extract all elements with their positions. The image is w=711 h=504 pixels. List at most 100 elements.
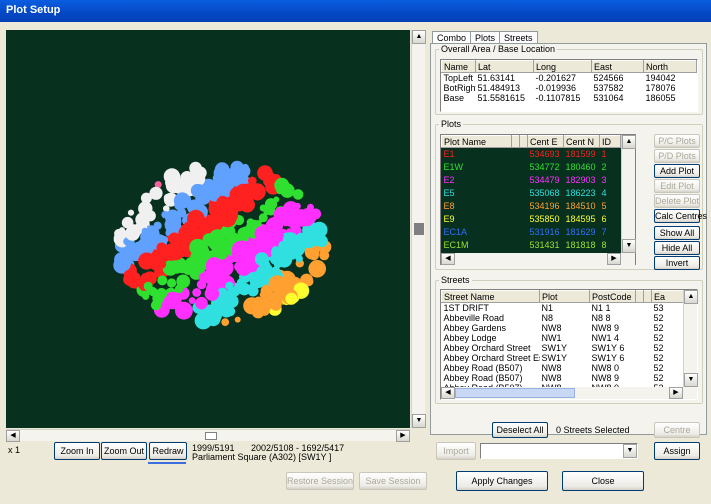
table-row[interactable]: E8 534196 184510 5 (442, 200, 621, 213)
table-row[interactable]: 1ST DRIFT N1 N1 1 53 (442, 303, 685, 313)
restore-session-button[interactable]: Restore Session (286, 472, 354, 490)
table-cell: 534479 (529, 175, 560, 185)
col-header[interactable]: North (643, 60, 697, 73)
plots-horizontal-scrollbar[interactable]: ◀ ▶ (441, 253, 635, 265)
scroll-up-arrow-icon[interactable]: ▲ (622, 135, 636, 149)
table-cell: 7 (601, 227, 607, 237)
scroll-right-arrow-icon[interactable]: ▶ (396, 430, 410, 442)
plot-region (182, 264, 194, 275)
scroll-thumb[interactable] (414, 223, 424, 235)
col-header[interactable] (643, 290, 652, 303)
table-cell: -0.201627 (535, 73, 577, 83)
plot-region (156, 242, 167, 253)
redraw-progress-bar (148, 462, 186, 464)
table-row[interactable]: E1 534693 181599 1 (442, 148, 621, 161)
table-cell: E1 (443, 149, 455, 160)
plot-region (117, 265, 126, 274)
col-header[interactable]: Long (533, 60, 592, 73)
plot-select-dropdown[interactable]: ▼ (480, 443, 638, 459)
table-cell (520, 174, 528, 187)
table-row[interactable]: E2 534479 182903 3 (442, 174, 621, 187)
table-row[interactable]: Base 51.5581615 -0.1107815 531064 186055 (442, 93, 697, 103)
scroll-up-arrow-icon[interactable]: ▲ (684, 290, 698, 304)
streets-vertical-scrollbar[interactable]: ▲ ▼ (683, 290, 698, 387)
save-session-button[interactable]: Save Session (359, 472, 427, 490)
scroll-left-arrow-icon[interactable]: ◀ (441, 387, 455, 399)
table-row[interactable]: BotRight 51.484913 -0.019936 537582 1780… (442, 83, 697, 93)
scroll-right-arrow-icon[interactable]: ▶ (669, 387, 683, 399)
plots-list[interactable]: Plot Name Cent E Cent N ID E1 534693 18159… (440, 134, 636, 265)
col-header[interactable]: Street Name (441, 290, 540, 303)
scroll-thumb-h[interactable] (455, 388, 575, 398)
map-vertical-scrollbar[interactable]: ▲ ▼ (411, 30, 426, 428)
table-cell: Abbeville Road (443, 313, 505, 323)
add-plot-button[interactable]: Add Plot (654, 164, 700, 178)
col-header[interactable] (635, 290, 644, 303)
table-cell: E8 (443, 201, 455, 211)
scroll-right-arrow-icon[interactable]: ▶ (607, 253, 621, 265)
table-cell: 178076 (645, 83, 676, 93)
col-header[interactable]: ID (599, 135, 621, 148)
plot-region (192, 288, 202, 297)
import-button[interactable]: Import (436, 442, 476, 460)
col-header[interactable]: Name (441, 60, 476, 73)
plots-vertical-scrollbar[interactable]: ▲ ▼ (621, 135, 636, 253)
deselect-all-button[interactable]: Deselect All (492, 422, 548, 438)
close-button[interactable]: Close (562, 471, 644, 491)
col-header[interactable]: Plot Name (441, 135, 512, 148)
scroll-up-arrow-icon[interactable]: ▲ (412, 30, 426, 44)
centre-button[interactable]: Centre (654, 422, 700, 438)
table-row[interactable]: Abbey Orchard Street EstaSW1Y SW1Y 6 52 (442, 353, 685, 363)
table-row[interactable]: E1W 534772 180460 2 (442, 161, 621, 174)
scroll-left-arrow-icon[interactable]: ◀ (6, 430, 20, 442)
table-cell: N1 1 (591, 303, 611, 313)
col-header[interactable]: Plot (539, 290, 590, 303)
scroll-down-arrow-icon[interactable]: ▼ (412, 414, 426, 428)
col-header[interactable] (511, 135, 520, 148)
invert-button[interactable]: Invert (654, 256, 700, 270)
streets-horizontal-scrollbar[interactable]: ◀ ▶ (441, 387, 697, 399)
scroll-down-arrow-icon[interactable]: ▼ (622, 239, 636, 253)
edit-plot-button[interactable]: Edit Plot (654, 179, 700, 193)
apply-changes-button[interactable]: Apply Changes (456, 471, 548, 491)
table-row[interactable]: EC1M 531431 181818 8 (442, 239, 621, 252)
table-row[interactable]: EC1A 531916 181629 7 (442, 226, 621, 239)
location-label: Parliament Square (A302) [SW1Y ] (192, 452, 332, 462)
scroll-down-arrow-icon[interactable]: ▼ (684, 373, 698, 387)
map-horizontal-scrollbar[interactable]: ◀ ▶ (6, 429, 410, 442)
table-row[interactable]: Abbey Road (B507) NW8 NW8 9 52 (442, 373, 685, 383)
col-header[interactable]: Ea (651, 290, 685, 303)
table-row[interactable]: Abbeville Road N8 N8 8 52 (442, 313, 685, 323)
col-header[interactable]: Cent N (563, 135, 600, 148)
delete-plot-button[interactable]: Delete Plot (654, 194, 700, 208)
streets-list[interactable]: Street Name Plot PostCode Ea 1ST DRIFT N1… (440, 289, 698, 400)
table-row[interactable]: E9 535850 184595 6 (442, 213, 621, 226)
col-header[interactable]: Lat (475, 60, 534, 73)
table-row[interactable]: Abbey Lodge NW1 NW1 4 52 (442, 333, 685, 343)
assign-button[interactable]: Assign (654, 442, 700, 460)
table-row[interactable]: Abbey Gardens NW8 NW8 9 52 (442, 323, 685, 333)
table-row[interactable]: TopLeft 51.63141 -0.201627 524566 194042 (442, 73, 697, 83)
zoom-in-button[interactable]: Zoom In (54, 442, 100, 460)
plot-region (189, 238, 207, 256)
table-row[interactable]: E5 535068 186223 4 (442, 187, 621, 200)
chevron-down-icon[interactable]: ▼ (623, 444, 637, 458)
scroll-left-arrow-icon[interactable]: ◀ (441, 253, 455, 265)
table-row[interactable]: Abbey Road (B507) NW8 NW8 0 52 (442, 363, 685, 373)
calc-centres-button[interactable]: Calc Centres (654, 209, 707, 223)
table-row[interactable]: Abbey Orchard Street SW1Y SW1Y 6 52 (442, 343, 685, 353)
pd-plots-button[interactable]: P/D Plots (654, 149, 700, 163)
col-header[interactable]: Cent E (527, 135, 564, 148)
col-header[interactable] (519, 135, 528, 148)
map-plot-canvas[interactable] (6, 30, 410, 428)
hide-all-button[interactable]: Hide All (654, 241, 700, 255)
col-header[interactable]: PostCode (589, 290, 636, 303)
scroll-thumb-h[interactable] (205, 432, 217, 440)
table-cell (512, 174, 520, 187)
table-cell (644, 343, 652, 353)
pc-plots-button[interactable]: P/C Plots (654, 134, 700, 148)
show-all-button[interactable]: Show All (654, 226, 700, 240)
redraw-button[interactable]: Redraw (149, 442, 187, 460)
col-header[interactable]: East (591, 60, 644, 73)
zoom-out-button[interactable]: Zoom Out (101, 442, 147, 460)
